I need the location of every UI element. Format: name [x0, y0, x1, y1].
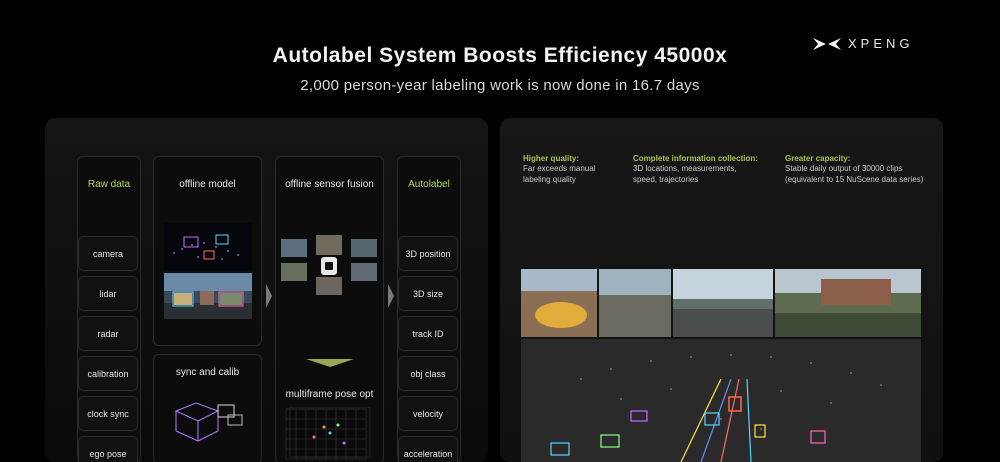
raw-data-item: ego pose — [78, 436, 138, 462]
benefit-text: labeling quality — [523, 175, 576, 184]
raw-data-item: camera — [78, 236, 138, 271]
point-cloud-image — [164, 223, 252, 271]
brand-name: XPENG — [848, 36, 914, 51]
autolabel-item: 3D position — [398, 236, 458, 271]
pose-grid-image — [285, 407, 371, 460]
raw-data-item: calibration — [78, 356, 138, 391]
benefit-information: Complete information collection: 3D loca… — [633, 154, 773, 185]
pose-opt-title: multiframe pose opt — [285, 389, 374, 400]
camera-detection-image — [164, 273, 252, 319]
raw-data-item: clock sync — [78, 396, 138, 431]
benefit-text: Stable daily output of 30000 clips — [785, 164, 903, 173]
benefit-heading: Higher quality: — [523, 154, 580, 163]
surround-view-image — [281, 235, 377, 295]
benefit-quality: Higher quality: Far exceeds manual label… — [523, 154, 623, 185]
autolabel-item: acceleration — [398, 436, 458, 462]
sync-calib-title: sync and calib — [175, 367, 240, 378]
down-arrow — [306, 359, 354, 367]
autolabel-item: 3D size — [398, 276, 458, 311]
results-panel: Higher quality: Far exceeds manual label… — [500, 118, 943, 462]
sensor-fusion-title: offline sensor fusion — [285, 179, 374, 190]
benefit-text: Far exceeds manual — [523, 164, 596, 173]
autolabel-item: track ID — [398, 316, 458, 351]
autolabel-title: Autolabel — [408, 179, 450, 190]
page-subtitle: 2,000 person-year labeling work is now d… — [300, 77, 700, 94]
offline-model-box: offline model — [153, 156, 262, 346]
flow-arrow — [388, 284, 394, 308]
sync-calib-box: sync and calib — [153, 354, 262, 462]
sensor-fusion-column: offline sensor fusion multiframe pose op… — [275, 156, 384, 462]
sync-calib-diagram — [174, 402, 243, 442]
benefit-heading: Complete information collection: — [633, 154, 758, 163]
lidar-pointcloud-image — [521, 339, 921, 462]
raw-data-item: lidar — [78, 276, 138, 311]
xpeng-logo-icon — [813, 37, 841, 50]
autolabel-item: obj class — [398, 356, 458, 391]
pipeline-panel: Raw data camera lidar radar calibration … — [45, 118, 488, 462]
benefit-heading: Greater capacity: — [785, 154, 851, 163]
benefit-text: 3D locations, measurements, — [633, 164, 737, 173]
brand-logo: XPENG — [812, 36, 914, 51]
raw-data-item: radar — [78, 316, 138, 351]
benefit-text: speed, trajectories — [633, 175, 699, 184]
raw-data-title: Raw data — [87, 179, 131, 190]
benefit-text: (equivalent to 15 NuScene data series) — [785, 175, 924, 184]
flow-arrow — [266, 284, 272, 308]
benefit-capacity: Greater capacity: Stable daily output of… — [785, 154, 943, 185]
autolabel-item: velocity — [398, 396, 458, 431]
camera-strip-image — [521, 269, 921, 337]
offline-model-title: offline model — [179, 179, 236, 190]
